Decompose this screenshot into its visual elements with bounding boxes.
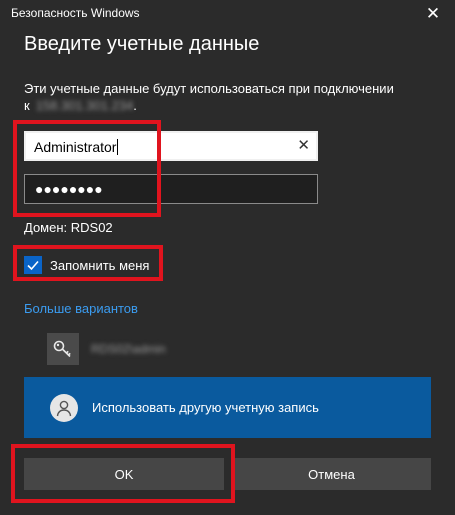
key-icon xyxy=(47,333,79,365)
username-text: Administrator xyxy=(34,139,117,155)
password-value: ●●●●●●●● xyxy=(35,181,103,197)
cancel-button[interactable]: Отмена xyxy=(232,458,431,490)
app-title: Безопасность Windows xyxy=(11,6,140,20)
remember-me-checkbox[interactable] xyxy=(24,256,42,274)
dialog-heading: Введите учетные данные xyxy=(24,33,260,55)
checkmark-icon xyxy=(27,260,39,271)
title-bar: Безопасность Windows ✕ xyxy=(0,0,455,26)
credentials-dialog: Безопасность Windows ✕ Введите учетные д… xyxy=(0,0,455,515)
username-field[interactable]: Administrator ✕ xyxy=(24,131,318,161)
text-caret xyxy=(117,139,119,155)
use-other-account-button[interactable]: Использовать другую учетную запись xyxy=(24,377,431,438)
use-other-account-label: Использовать другую учетную запись xyxy=(92,400,319,415)
saved-credential-item[interactable]: RDS02\admin xyxy=(47,333,166,365)
clear-input-icon[interactable]: ✕ xyxy=(297,136,310,154)
saved-account-name: RDS02\admin xyxy=(91,342,166,356)
domain-label: Домен: RDS02 xyxy=(24,220,113,235)
description-end: . xyxy=(133,98,137,113)
remote-host: 158.301.301.234 xyxy=(35,98,134,113)
dialog-description: Эти учетные данные будут использоваться … xyxy=(24,80,434,114)
remember-me-label: Запомнить меня xyxy=(50,257,150,273)
user-icon xyxy=(50,393,78,422)
close-icon[interactable]: ✕ xyxy=(411,0,455,26)
username-value: Administrator xyxy=(34,139,119,155)
ok-button[interactable]: OK xyxy=(24,458,224,490)
password-field[interactable]: ●●●●●●●● xyxy=(24,174,318,204)
more-options-link[interactable]: Больше вариантов xyxy=(24,301,138,316)
remember-me-option[interactable]: Запомнить меня xyxy=(24,255,149,275)
